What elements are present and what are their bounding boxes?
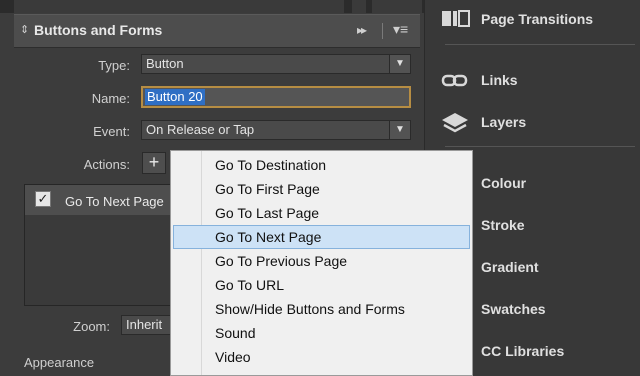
dock-item-label: Layers (481, 114, 527, 130)
menu-item-label: Go To Next Page (215, 229, 322, 245)
zoom-label: Zoom: (73, 319, 110, 334)
collapse-grip-icon[interactable]: ⇕ (20, 23, 29, 36)
menu-item-go-to-previous-page[interactable]: Go To Previous Page (173, 249, 470, 273)
event-value: On Release or Tap (146, 122, 255, 137)
action-checkbox[interactable]: ✓ (35, 191, 51, 207)
action-label: Go To Next Page (65, 194, 164, 209)
add-action-popup-menu: Go To Destination Go To First Page Go To… (170, 150, 473, 376)
menu-item-go-to-first-page[interactable]: Go To First Page (173, 177, 470, 201)
menu-item-show-hide-buttons-and-forms[interactable]: Show/Hide Buttons and Forms (173, 297, 470, 321)
plus-icon: + (148, 152, 160, 172)
menu-item-label: Show/Hide Buttons and Forms (215, 301, 405, 317)
dock-item-label: CC Libraries (481, 343, 565, 359)
dock-item-layers[interactable]: Layers (425, 103, 640, 143)
menu-item-label: Go To URL (215, 277, 284, 293)
layers-icon (441, 111, 469, 135)
dock-item-links[interactable]: Links (425, 61, 640, 101)
dock-item-label: Page Transitions (481, 11, 594, 27)
menu-item-label: Go To Destination (215, 157, 327, 173)
event-dropdown[interactable]: On Release or Tap ▼ (141, 120, 411, 140)
top-strip-block (14, 0, 344, 13)
type-value: Button (146, 56, 184, 71)
page-transitions-icon (441, 8, 470, 32)
panel-top-strip (0, 0, 424, 13)
dock-item-label: Links (481, 72, 518, 88)
menu-item-label: Go To First Page (215, 181, 320, 197)
menu-item-label: Go To Last Page (215, 205, 320, 221)
event-label: Event: (93, 124, 130, 139)
dock-divider (445, 146, 635, 147)
name-input-selected-text: Button 20 (145, 89, 205, 105)
dock-item-label: Gradient (481, 259, 539, 275)
links-icon (441, 69, 469, 93)
top-strip-block (372, 0, 422, 13)
name-label: Name: (91, 91, 130, 106)
menu-item-go-to-next-page[interactable]: Go To Next Page (173, 225, 470, 249)
panel-title: Buttons and Forms (34, 22, 163, 38)
add-action-button[interactable]: + (142, 152, 166, 174)
fast-forward-icon[interactable]: ▸▸ (357, 23, 367, 37)
zoom-value: Inherit (126, 317, 163, 332)
dock-divider (445, 44, 635, 45)
menu-item-label: Go To Previous Page (215, 253, 348, 269)
menu-item-go-to-destination[interactable]: Go To Destination (173, 153, 470, 177)
menu-item-label: Video (215, 349, 251, 365)
panel-header[interactable]: ⇕ Buttons and Forms ▸▸ ▾≡ (14, 14, 420, 48)
menu-item-video[interactable]: Video (173, 345, 470, 369)
actions-label: Actions: (83, 157, 130, 172)
panel-menu-icon[interactable]: ▾≡ (393, 21, 408, 38)
dock-item-label: Stroke (481, 217, 525, 233)
chevron-down-icon: ▼ (389, 121, 410, 139)
appearance-section-label: Appearance (24, 355, 95, 370)
dock-item-label: Colour (481, 175, 527, 191)
dock-item-label: Swatches (481, 301, 546, 317)
top-strip-block (352, 0, 366, 13)
name-input[interactable]: Button 20 (141, 86, 411, 108)
menu-item-sound[interactable]: Sound (173, 321, 470, 345)
type-label: Type: (98, 58, 130, 73)
menu-item-go-to-url[interactable]: Go To URL (173, 273, 470, 297)
dock-item-page-transitions[interactable]: Page Transitions (425, 0, 640, 40)
menu-item-label: Sound (215, 325, 256, 341)
chevron-down-icon: ▼ (389, 55, 410, 73)
menu-item-go-to-last-page[interactable]: Go To Last Page (173, 201, 470, 225)
header-divider (382, 23, 383, 39)
type-dropdown[interactable]: Button ▼ (141, 54, 411, 74)
